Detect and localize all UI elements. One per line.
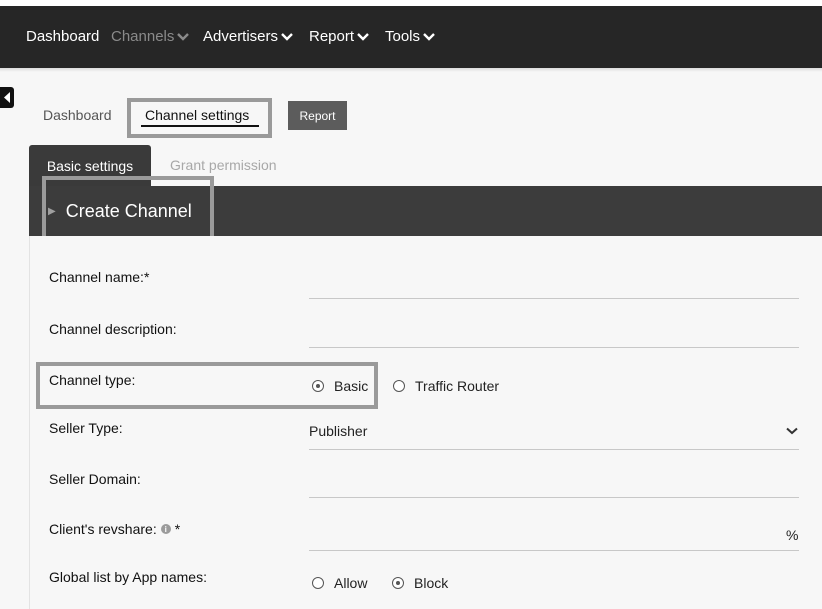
seller-domain-underline (309, 497, 799, 498)
nav-advertisers-label: Advertisers (203, 28, 279, 45)
radio-label: Allow (334, 575, 368, 591)
channel-name-input[interactable] (309, 273, 779, 297)
chevron-down-icon[interactable] (786, 427, 798, 435)
required-marker: * (143, 269, 150, 285)
report-button[interactable]: Report (288, 101, 347, 130)
channel-description-underline (309, 347, 799, 348)
nav-report[interactable]: Report (309, 28, 370, 45)
radio-label: Block (414, 575, 449, 591)
chevron-down-icon (357, 32, 369, 41)
nav-channels[interactable]: Channels (111, 28, 190, 45)
global-list-label: Global list by App names: (49, 569, 207, 585)
channel-type-basic-radio[interactable]: Basic (312, 378, 368, 394)
expand-triangle-icon: ▶ (48, 206, 56, 217)
radio-label: Basic (334, 378, 369, 394)
nav-tools-label: Tools (385, 28, 421, 45)
channel-description-label: Channel description: (49, 321, 177, 337)
nav-dashboard-label: Dashboard (26, 28, 100, 45)
seller-type-underline (309, 449, 799, 450)
radio-selected-icon (392, 577, 404, 589)
channel-type-label: Channel type: (49, 372, 136, 388)
navbar-shadow (0, 68, 822, 72)
nav-dashboard[interactable]: Dashboard (26, 28, 99, 45)
nav-channels-label: Channels (111, 28, 175, 45)
chevron-down-icon (177, 32, 190, 41)
sidebar-toggle[interactable] (0, 87, 14, 108)
required-marker: * (174, 521, 181, 537)
tab-basic-settings[interactable]: Basic settings (29, 145, 151, 186)
radio-unselected-icon (312, 577, 324, 589)
global-list-allow-radio[interactable]: Allow (312, 575, 367, 591)
channel-description-input[interactable] (309, 322, 779, 346)
radio-unselected-icon (393, 380, 405, 392)
client-revshare-label: Client's revshare: i * (49, 521, 180, 537)
channel-type-traffic-router-radio[interactable]: Traffic Router (393, 378, 499, 394)
nav-advertisers[interactable]: Advertisers (203, 28, 294, 45)
percent-suffix: % (786, 527, 799, 543)
seller-domain-label: Seller Domain: (49, 471, 141, 487)
client-revshare-underline (309, 550, 799, 551)
global-list-block-radio[interactable]: Block (392, 575, 448, 591)
tab-grant-permission[interactable]: Grant permission (170, 157, 277, 173)
subnav-channel-settings[interactable]: Channel settings (145, 107, 249, 123)
panel-title[interactable]: ▶ Create Channel (48, 201, 192, 222)
radio-selected-icon (312, 380, 324, 392)
client-revshare-input[interactable] (309, 523, 779, 547)
panel-title-text: Create Channel (65, 201, 192, 221)
channel-name-label: Channel name:* (49, 269, 149, 285)
subnav-dashboard[interactable]: Dashboard (43, 107, 112, 123)
nav-tools[interactable]: Tools (385, 28, 436, 45)
client-revshare-label-text: Client's revshare: (49, 521, 157, 537)
nav-report-label: Report (309, 28, 355, 45)
channel-name-underline (309, 298, 799, 299)
active-subnav-underline (141, 125, 259, 127)
chevron-down-icon (423, 32, 435, 41)
seller-type-label: Seller Type: (49, 420, 123, 436)
chevron-down-icon (281, 32, 293, 41)
seller-type-select[interactable]: Publisher (309, 423, 367, 439)
channel-name-label-text: Channel name: (49, 269, 144, 285)
seller-domain-input[interactable] (309, 471, 779, 495)
info-icon[interactable]: i (160, 524, 171, 534)
radio-label: Traffic Router (415, 378, 500, 394)
caret-left-icon (4, 92, 10, 103)
